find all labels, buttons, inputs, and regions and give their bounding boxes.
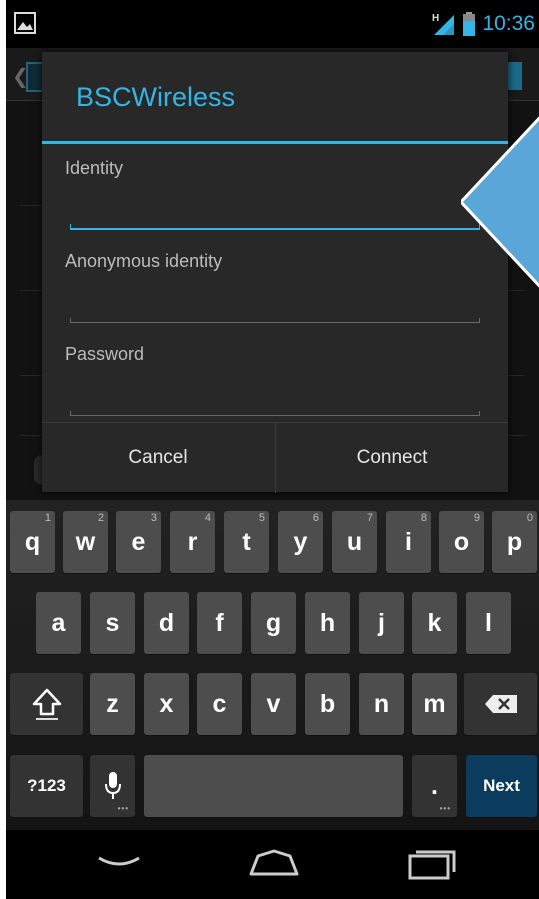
recent-apps-icon[interactable]: [406, 848, 458, 880]
dialog-button-bar: Cancel Connect: [42, 422, 508, 493]
key-k[interactable]: k: [412, 592, 457, 654]
identity-label: Identity: [65, 158, 124, 178]
status-icons: H 10:36: [430, 10, 535, 38]
key-w[interactable]: w2: [63, 511, 108, 573]
microphone-icon: [104, 772, 121, 799]
next-key[interactable]: Next: [466, 755, 537, 817]
key-t[interactable]: t5: [224, 511, 269, 573]
home-icon[interactable]: [246, 848, 302, 878]
password-input[interactable]: [70, 390, 480, 416]
key-g[interactable]: g: [251, 592, 296, 654]
key-m[interactable]: m: [412, 673, 457, 735]
cancel-button[interactable]: Cancel: [42, 423, 274, 493]
key-x[interactable]: x: [144, 673, 189, 735]
hide-keyboard-icon[interactable]: [96, 848, 142, 878]
key-i[interactable]: i8: [386, 511, 431, 573]
key-l[interactable]: l: [466, 592, 511, 654]
signal-icon: H: [432, 13, 455, 35]
key-v[interactable]: v: [251, 673, 296, 735]
connect-button[interactable]: Connect: [275, 423, 508, 493]
more-options-icon: •••: [439, 804, 451, 813]
anonymous-identity-label: Anonymous identity: [65, 251, 223, 271]
soft-keyboard: q1 w2 e3 r4 t5 y6 u7 i8 o9 p0 a s d f g …: [6, 500, 539, 830]
identity-input[interactable]: [70, 204, 480, 230]
space-key[interactable]: [144, 755, 403, 817]
key-f[interactable]: f: [197, 592, 242, 654]
period-key[interactable]: . •••: [412, 755, 457, 817]
key-c[interactable]: c: [197, 673, 242, 735]
status-time: 10:36: [482, 12, 535, 35]
dialog-title-divider: [42, 141, 508, 144]
dialog-title: BSCWireless: [76, 82, 236, 112]
image-notification-icon: [14, 12, 36, 34]
voice-input-key[interactable]: •••: [90, 755, 135, 817]
key-b[interactable]: b: [305, 673, 350, 735]
navigation-bar: [6, 830, 539, 899]
symbols-key[interactable]: ?123: [10, 755, 83, 817]
key-p[interactable]: p0: [492, 511, 537, 573]
backspace-icon: [484, 695, 517, 713]
key-u[interactable]: u7: [332, 511, 377, 573]
key-r[interactable]: r4: [170, 511, 215, 573]
network-type-label: H: [432, 13, 439, 24]
key-a[interactable]: a: [36, 592, 81, 654]
key-j[interactable]: j: [359, 592, 404, 654]
key-h[interactable]: h: [305, 592, 350, 654]
phone-screen: H 10:36 ❮ BSCWireless Identity Anonymous…: [6, 0, 539, 899]
shift-arrow-icon: [32, 688, 61, 720]
more-options-icon: •••: [117, 804, 129, 813]
key-e[interactable]: e3: [116, 511, 161, 573]
wifi-connect-dialog: BSCWireless Identity Anonymous identity …: [42, 52, 508, 493]
anonymous-identity-input[interactable]: [70, 297, 480, 323]
key-s[interactable]: s: [90, 592, 135, 654]
key-q[interactable]: q1: [10, 511, 55, 573]
key-o[interactable]: o9: [439, 511, 484, 573]
password-label: Password: [65, 344, 145, 364]
key-d[interactable]: d: [144, 592, 189, 654]
battery-icon: [463, 12, 476, 36]
shift-key[interactable]: [10, 673, 83, 735]
key-z[interactable]: z: [90, 673, 135, 735]
key-n[interactable]: n: [359, 673, 404, 735]
key-y[interactable]: y6: [278, 511, 323, 573]
backspace-key[interactable]: [464, 673, 537, 735]
pointer-arrow-icon: [461, 116, 539, 288]
status-bar: H 10:36: [6, 0, 539, 48]
